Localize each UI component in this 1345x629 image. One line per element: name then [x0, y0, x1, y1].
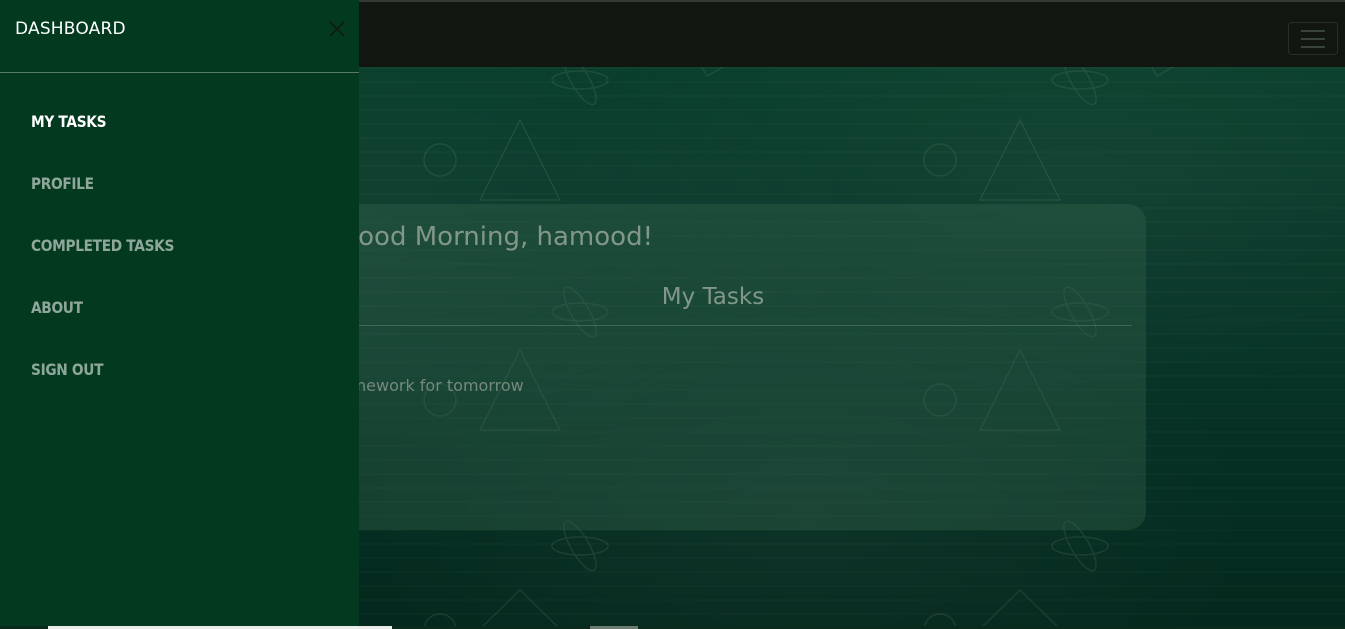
- sidebar-item-my-tasks[interactable]: MY TASKS: [31, 110, 174, 172]
- sidebar-nav: DASHBOARD MY TASKS PROFILE COMPLETED TAS…: [0, 0, 359, 629]
- sidebar-item-completed-tasks[interactable]: COMPLETED TASKS: [31, 234, 174, 296]
- sidebar-item-about[interactable]: ABOUT: [31, 296, 174, 358]
- sidebar-item-profile[interactable]: PROFILE: [31, 172, 174, 234]
- sidebar-header: DASHBOARD: [0, 0, 359, 73]
- sidebar-menu: MY TASKS PROFILE COMPLETED TASKS ABOUT S…: [31, 110, 197, 420]
- close-icon: [329, 21, 345, 37]
- sidebar-title: DASHBOARD: [15, 19, 126, 39]
- close-sidebar-button[interactable]: [326, 18, 348, 40]
- sidebar-item-sign-out[interactable]: SIGN OUT: [31, 358, 174, 420]
- app-root: Good Morning, hamood! My Tasks Finish ho…: [0, 0, 1345, 629]
